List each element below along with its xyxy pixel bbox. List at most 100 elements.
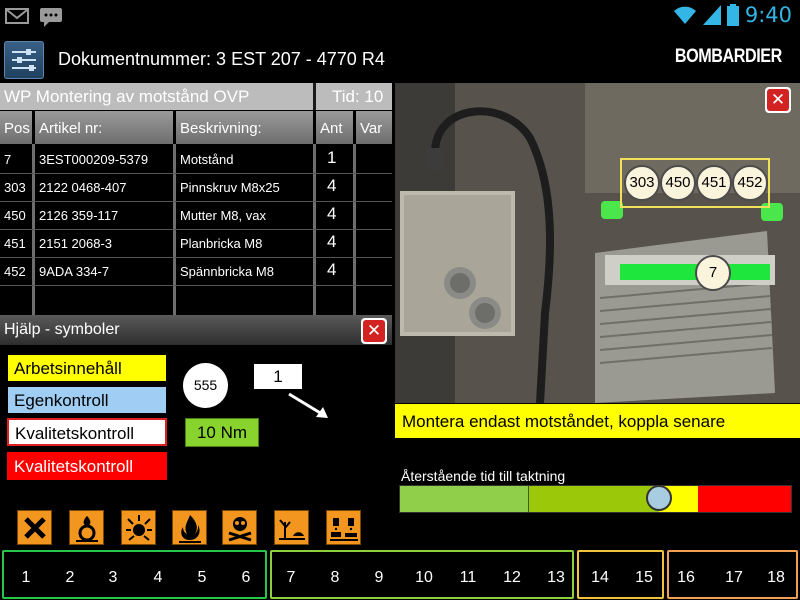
cell-qty: 1 — [327, 148, 337, 167]
step-button[interactable]: 7 — [276, 569, 306, 587]
cell-qty: 4 — [327, 176, 337, 195]
harmful-x-icon — [17, 510, 52, 545]
step-group: 1 2 3 4 5 6 — [2, 550, 267, 599]
table-row[interactable]: 452 9ADA 334-7 Spännbricka M8 4 — [0, 257, 392, 285]
work-package-bar: WP Montering av motstånd OVP Tid: 10 — [0, 83, 392, 110]
step-button[interactable]: 12 — [497, 569, 527, 587]
cell-pos: 7 — [4, 152, 12, 167]
takt-timer-bar — [399, 485, 792, 513]
photo-close-button[interactable]: ✕ — [765, 87, 791, 113]
battery-icon — [726, 4, 739, 26]
table-row[interactable]: 7 3EST000209-5379 Motstånd 1 — [0, 145, 392, 173]
assembly-photo: ✕ 303 450 451 452 7 — [395, 83, 800, 403]
cell-article: 2122 0468-407 — [39, 180, 127, 195]
step-button[interactable]: 4 — [143, 569, 173, 587]
work-package-time: Tid: 10 — [332, 87, 384, 106]
table-row[interactable]: 450 2126 359-117 Mutter M8, vax 4 — [0, 201, 392, 229]
clock: 9:40 — [744, 3, 792, 27]
step-group: 7 8 9 10 11 12 13 — [270, 550, 574, 599]
environment-icon — [274, 510, 309, 545]
step-button[interactable]: 9 — [364, 569, 394, 587]
help-panel: Arbetsinnehåll Egenkontroll Kvalitetskon… — [0, 345, 392, 548]
step-navigation: 1 2 3 4 5 6 7 8 9 10 11 12 13 14 15 16 1… — [0, 549, 800, 600]
step-symbol: 1 — [252, 362, 304, 391]
step-button[interactable]: 8 — [320, 569, 350, 587]
cell-qty: 4 — [327, 204, 337, 223]
header-var: Var — [356, 111, 392, 144]
brand-logo: BOMBARDIER — [674, 46, 782, 67]
cell-description: Mutter M8, vax — [180, 208, 266, 223]
cell-description: Motstånd — [180, 152, 234, 167]
step-button[interactable]: 1 — [11, 569, 41, 587]
gmail-icon — [5, 8, 29, 24]
cell-description: Spännbricka M8 — [180, 264, 274, 279]
cell-description: Pinnskruv M8x25 — [180, 180, 280, 195]
wifi-icon — [673, 6, 696, 24]
flammable-icon — [172, 510, 207, 545]
step-button[interactable]: 14 — [585, 569, 615, 587]
legend-quality-check: Kvalitetskontroll — [7, 418, 167, 446]
toxic-icon — [222, 510, 257, 545]
step-group: 14 15 — [577, 550, 664, 599]
assembly-photo-drawing — [395, 83, 800, 403]
step-group: 16 17 18 — [667, 550, 798, 599]
settings-menu-button[interactable] — [4, 41, 44, 79]
step-button[interactable]: 13 — [541, 569, 571, 587]
cell-article: 9ADA 334-7 — [39, 264, 110, 279]
step-button[interactable]: 3 — [98, 569, 128, 587]
arrow-icon — [288, 392, 328, 418]
header-description: Beskrivning: — [176, 111, 313, 144]
cell-article: 2151 2068-3 — [39, 236, 113, 251]
corrosive-icon — [326, 510, 361, 545]
timer-segment — [400, 486, 530, 512]
timer-segment — [698, 486, 792, 512]
work-package-title: WP Montering av motstånd OVP — [4, 87, 250, 106]
cell-pos: 451 — [4, 236, 26, 251]
table-header: Pos Artikel nr: Beskrivning: Ant Var — [0, 111, 392, 144]
legend-self-check: Egenkontroll — [7, 386, 167, 414]
cell-description: Planbricka M8 — [180, 236, 263, 251]
header-qty: Ant — [316, 111, 353, 144]
position-tag[interactable]: 303 — [624, 165, 660, 201]
chat-icon — [40, 8, 62, 27]
oxidizing-icon — [69, 510, 104, 545]
timer-segment — [529, 486, 659, 512]
position-tag[interactable]: 7 — [695, 255, 731, 291]
signal-icon — [702, 5, 721, 25]
step-button[interactable]: 11 — [453, 569, 483, 587]
cell-pos: 303 — [4, 180, 26, 195]
timer-indicator — [646, 485, 672, 511]
step-button[interactable]: 16 — [671, 569, 701, 587]
status-bar: 9:40 — [0, 0, 800, 33]
help-close-button[interactable]: ✕ — [361, 318, 387, 344]
header-article: Artikel nr: — [35, 111, 173, 144]
app-header: Dokumentnummer: 3 EST 207 - 4770 R4 BOMB… — [0, 33, 800, 83]
position-tag[interactable]: 450 — [660, 165, 696, 201]
step-button[interactable]: 2 — [55, 569, 85, 587]
table-row[interactable]: 303 2122 0468-407 Pinnskruv M8x25 4 — [0, 173, 392, 201]
cell-pos: 452 — [4, 264, 26, 279]
position-tag[interactable]: 451 — [696, 165, 732, 201]
step-button[interactable]: 17 — [719, 569, 749, 587]
cell-qty: 4 — [327, 232, 337, 251]
header-pos: Pos — [0, 111, 32, 144]
step-button[interactable]: 5 — [187, 569, 217, 587]
explosive-icon — [121, 510, 156, 545]
sliders-icon — [12, 49, 36, 71]
table-row[interactable]: 451 2151 2068-3 Planbricka M8 4 — [0, 229, 392, 257]
position-tag[interactable]: 452 — [732, 165, 768, 201]
document-number: Dokumentnummer: 3 EST 207 - 4770 R4 — [58, 49, 385, 69]
step-button[interactable]: 18 — [761, 569, 791, 587]
step-button[interactable]: 15 — [629, 569, 659, 587]
divider — [313, 83, 316, 110]
row-divider — [0, 285, 392, 286]
legend-work-content: Arbetsinnehåll — [7, 354, 167, 382]
help-panel-header: Hjälp - symboler ✕ — [0, 315, 392, 345]
close-icon: ✕ — [767, 89, 789, 111]
step-button[interactable]: 10 — [409, 569, 439, 587]
position-symbol: 555 — [183, 363, 228, 408]
legend-quality-check-critical: Kvalitetskontroll — [7, 452, 167, 480]
close-icon: ✕ — [363, 320, 385, 342]
step-button[interactable]: 6 — [231, 569, 261, 587]
work-instruction: Montera endast motståndet, koppla senare — [395, 404, 800, 438]
